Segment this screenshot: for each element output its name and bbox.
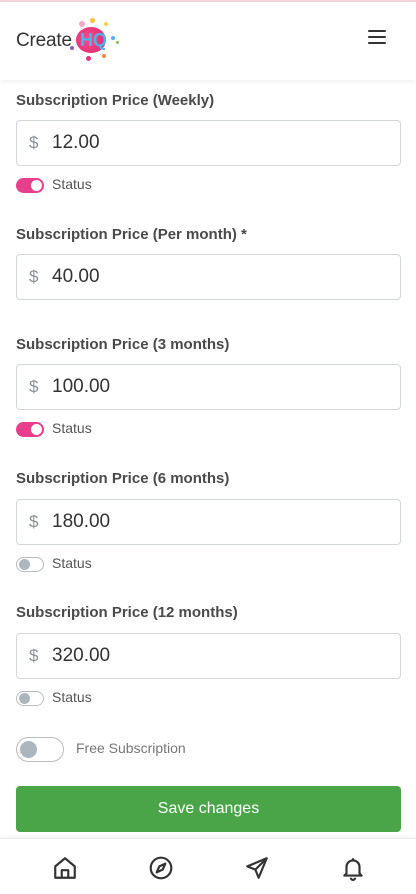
three-month-status-toggle[interactable]	[16, 422, 44, 437]
six-month-price-value: 180.00	[52, 511, 111, 532]
three-month-price-input[interactable]: $ 100.00	[16, 364, 401, 410]
free-subscription-label: Free Subscription	[76, 740, 186, 756]
monthly-price-input[interactable]: $ 40.00	[16, 254, 401, 300]
bell-icon[interactable]	[340, 855, 366, 881]
logo-dot	[104, 22, 108, 26]
hamburger-menu-icon[interactable]	[368, 28, 390, 46]
twelve-month-price-value: 320.00	[52, 645, 111, 666]
free-subscription-toggle[interactable]	[16, 737, 64, 762]
twelve-month-status-toggle[interactable]	[16, 691, 44, 706]
weekly-price-value: 12.00	[52, 132, 100, 153]
currency-symbol: $	[29, 267, 39, 286]
twelve-month-price-input[interactable]: $ 320.00	[16, 633, 401, 679]
currency-symbol: $	[29, 646, 39, 665]
send-icon[interactable]	[244, 855, 270, 881]
logo-dot	[102, 54, 106, 58]
three-month-price-value: 100.00	[52, 376, 111, 397]
logo-dot	[86, 56, 91, 61]
twelve-month-status-label: Status	[52, 689, 92, 705]
logo-dot	[116, 41, 119, 44]
logo-dot	[70, 46, 74, 50]
six-month-status-toggle[interactable]	[16, 557, 44, 572]
logo-dot	[111, 36, 115, 40]
compass-icon[interactable]	[148, 855, 174, 881]
logo-dot	[90, 18, 95, 23]
currency-symbol: $	[29, 133, 39, 152]
six-month-price-label: Subscription Price (6 months)	[16, 470, 230, 487]
weekly-price-input[interactable]: $ 12.00	[16, 120, 401, 166]
currency-symbol: $	[29, 377, 39, 396]
weekly-price-label: Subscription Price (Weekly)	[16, 92, 215, 109]
six-month-status-label: Status	[52, 555, 92, 571]
weekly-status-toggle[interactable]	[16, 178, 44, 193]
createhq-logo[interactable]: Create HQ	[16, 18, 126, 64]
monthly-price-label: Subscription Price (Per month) *	[16, 226, 247, 243]
weekly-status-label: Status	[52, 176, 92, 192]
logo-dot	[79, 21, 85, 27]
three-month-status-label: Status	[52, 420, 92, 436]
twelve-month-price-label: Subscription Price (12 months)	[16, 604, 238, 621]
three-month-price-label: Subscription Price (3 months)	[16, 336, 230, 353]
save-changes-button[interactable]: Save changes	[16, 786, 401, 832]
home-icon[interactable]	[52, 855, 78, 881]
monthly-price-value: 40.00	[52, 266, 100, 287]
logo-text: Create	[16, 30, 72, 51]
logo-badge-text: HQ	[80, 30, 107, 50]
six-month-price-input[interactable]: $ 180.00	[16, 499, 401, 545]
bottom-navigation	[0, 838, 416, 894]
app-header: Create HQ	[0, 2, 416, 80]
currency-symbol: $	[29, 512, 39, 531]
